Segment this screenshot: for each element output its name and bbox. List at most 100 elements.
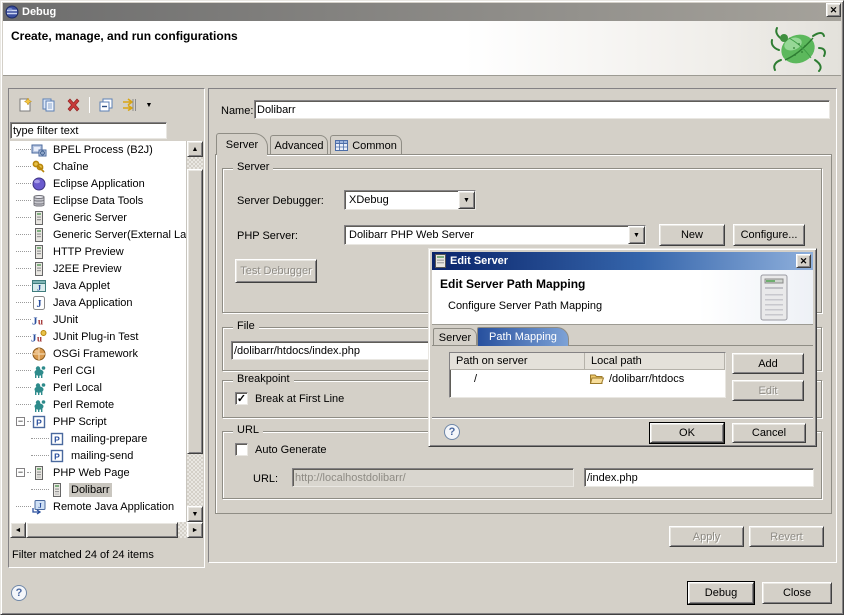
tree-item-junit[interactable]: JuJUnit [10, 311, 186, 328]
cancel-button-label: Cancel [752, 427, 786, 439]
tree-connector [16, 387, 31, 388]
scroll-right-icon[interactable]: ► [187, 522, 203, 538]
add-mapping-button[interactable]: Add [732, 353, 804, 374]
url-path-input[interactable] [584, 468, 814, 487]
help-icon[interactable]: ? [11, 585, 27, 601]
tree-item-perl-cgi[interactable]: Perl CGI [10, 362, 186, 379]
name-label: Name: [221, 105, 253, 117]
tree-hscroll-thumb[interactable] [26, 522, 178, 538]
edit-server-titlebar[interactable]: Edit Server [432, 252, 813, 270]
delete-config-icon[interactable] [63, 95, 83, 115]
duplicate-config-icon[interactable] [39, 95, 59, 115]
tree-item-mailing-send[interactable]: Pmailing-send [10, 447, 186, 464]
name-input[interactable] [254, 100, 830, 119]
tree-item-eclipse-data-tools[interactable]: Eclipse Data Tools [10, 192, 186, 209]
close-button[interactable]: Close [762, 582, 832, 604]
column-local-path[interactable]: Local path [585, 353, 725, 370]
tree-item-cha-ne[interactable]: Chaîne [10, 158, 186, 175]
tree-item-http-preview[interactable]: HTTP Preview [10, 243, 186, 260]
window-titlebar[interactable]: Debug [3, 3, 841, 21]
combo-arrow-icon[interactable]: ▼ [628, 226, 645, 244]
tab-server[interactable]: Server [216, 133, 268, 155]
tree-item-generic-server-external-la[interactable]: Generic Server(External La [10, 226, 186, 243]
tree-item-mailing-prepare[interactable]: Pmailing-prepare [10, 430, 186, 447]
bpel-process-icon [31, 142, 47, 158]
tree-item-bpel-process-b2j[interactable]: BPEL Process (B2J) [10, 141, 186, 158]
chaine-icon [31, 159, 47, 175]
edit-server-dialog: Edit Server ✕ Edit Server Path Mapping C… [428, 248, 817, 447]
tree-item-label: BPEL Process (B2J) [51, 143, 155, 157]
path-mapping-row[interactable]: //dolibarr/htdocs [450, 370, 725, 387]
auto-generate-checkbox[interactable] [235, 443, 248, 456]
test-debugger-button[interactable]: Test Debugger [235, 259, 317, 283]
scroll-down-icon[interactable]: ▼ [187, 506, 203, 522]
url-path-input-field[interactable] [587, 470, 811, 485]
tree-item-eclipse-application[interactable]: Eclipse Application [10, 175, 186, 192]
filter-config-icon[interactable] [120, 95, 140, 115]
tab-advanced[interactable]: Advanced [270, 135, 328, 155]
tree-item-label: JUnit [51, 313, 80, 327]
php-web-icon [49, 482, 65, 498]
tree-item-junit-plug-in-test[interactable]: JuJUnit Plug-in Test [10, 328, 186, 345]
tree-item-dolibarr[interactable]: Dolibarr [10, 481, 186, 498]
path-mapping-table[interactable]: Path on server Local path //dolibarr/htd… [449, 352, 726, 398]
tree-vscroll-thumb[interactable] [187, 169, 203, 454]
tree-item-generic-server[interactable]: Generic Server [10, 209, 186, 226]
scroll-left-icon[interactable]: ◄ [10, 522, 26, 538]
path-mapping-table-header[interactable]: Path on server Local path [450, 353, 725, 370]
ok-button[interactable]: OK [650, 423, 724, 443]
collapse-all-icon[interactable] [96, 95, 116, 115]
revert-button[interactable]: Revert [749, 526, 824, 547]
tree-item-java-applet[interactable]: JJava Applet [10, 277, 186, 294]
test-debugger-button-label: Test Debugger [240, 265, 312, 277]
php-server-combo[interactable]: Dolibarr PHP Web Server ▼ [344, 225, 646, 245]
filter-input[interactable] [10, 122, 167, 139]
close-window-button[interactable]: ✕ [826, 3, 841, 17]
eclipse-application-icon [31, 176, 47, 192]
tree-item-java-application[interactable]: JJava Application [10, 294, 186, 311]
edit-mapping-button[interactable]: Edit [732, 380, 804, 401]
tree-connector [16, 506, 31, 507]
server-debugger-value: XDebug [345, 194, 458, 206]
apply-button[interactable]: Apply [669, 526, 744, 547]
tree-connector [16, 404, 31, 405]
tree-item-perl-remote[interactable]: Perl Remote [10, 396, 186, 413]
filter-input-field[interactable] [13, 124, 164, 137]
combo-arrow-icon[interactable]: ▼ [458, 191, 475, 209]
tree-item-label: Java Application [51, 296, 135, 310]
tree-expander-icon[interactable]: − [16, 468, 25, 477]
tree-item-php-script[interactable]: −PPHP Script [10, 413, 186, 430]
perl-icon [31, 397, 47, 413]
column-path-on-server[interactable]: Path on server [450, 353, 585, 370]
new-config-icon[interactable] [15, 95, 35, 115]
tab-common[interactable]: Common [330, 135, 402, 155]
close-edit-server-button[interactable]: ✕ [796, 254, 811, 268]
generic-server-icon [31, 261, 47, 277]
svg-text:P: P [36, 417, 42, 427]
tree-connector [16, 302, 31, 303]
dropdown-arrow-icon[interactable]: ▼ [144, 95, 154, 115]
tree-item-php-web-page[interactable]: −PHP Web Page [10, 464, 186, 481]
edit-server-tab-path-mapping[interactable]: Path Mapping [477, 327, 569, 346]
tree-expander-icon[interactable]: − [16, 417, 25, 426]
tree-item-osgi-framework[interactable]: OSGi Framework [10, 345, 186, 362]
tree-item-j2ee-preview[interactable]: J2EE Preview [10, 260, 186, 277]
configure-server-button[interactable]: Configure... [733, 224, 805, 246]
debug-button[interactable]: Debug [688, 582, 754, 604]
scroll-up-icon[interactable]: ▲ [187, 141, 203, 157]
cancel-button[interactable]: Cancel [732, 423, 806, 443]
name-input-field[interactable] [257, 102, 827, 117]
configurations-tree[interactable]: BPEL Process (B2J)ChaîneEclipse Applicat… [10, 141, 187, 522]
new-server-button[interactable]: New [659, 224, 725, 246]
server-debugger-combo[interactable]: XDebug ▼ [344, 190, 476, 210]
php-server-label: PHP Server: [237, 230, 298, 242]
break-first-line-checkbox[interactable]: ✓ [235, 392, 248, 405]
tree-item-remote-java-application[interactable]: JRemote Java Application [10, 498, 186, 515]
tree-item-perl-local[interactable]: Perl Local [10, 379, 186, 396]
edit-server-help-icon[interactable]: ? [444, 424, 460, 440]
tree-item-label: Generic Server [51, 211, 129, 225]
add-mapping-button-label: Add [758, 358, 778, 370]
edit-server-tab-server[interactable]: Server [433, 328, 477, 346]
edit-server-tab-server-label: Server [439, 332, 471, 344]
edit-server-heading: Edit Server Path Mapping [440, 277, 585, 291]
